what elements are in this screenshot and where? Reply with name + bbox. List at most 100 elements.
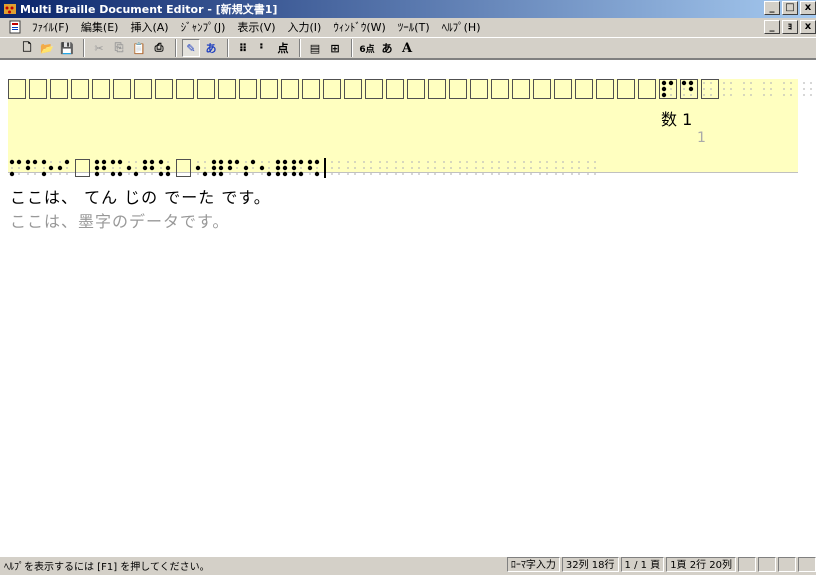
braille-input-cell[interactable] (365, 79, 383, 99)
braille-character (56, 158, 72, 178)
paste-icon: 📋 (132, 41, 146, 55)
copy-button[interactable]: ⎘ (110, 39, 128, 57)
braille-input-cell[interactable] (8, 79, 26, 99)
braille-character (504, 158, 520, 178)
braille-grid-icon: ⠿ (238, 41, 248, 55)
menu-jump[interactable]: ｼﾞｬﾝﾌﾟ(J) (175, 19, 232, 35)
braille-input-cell[interactable] (470, 79, 488, 99)
status-indicator (798, 557, 816, 572)
braille-character (93, 158, 109, 178)
braille-input-cell[interactable] (155, 79, 173, 99)
cut-icon: ✂ (94, 41, 104, 55)
braille-input-cell[interactable] (260, 79, 278, 99)
save-button[interactable]: 💾 (58, 39, 76, 57)
close-button[interactable]: x (800, 1, 816, 15)
braille-input-cell[interactable] (323, 79, 341, 99)
new-button[interactable]: 🗋 (18, 39, 36, 57)
braille-edit-icon: ✎ (186, 41, 196, 55)
braille-character (472, 158, 488, 178)
menu-help[interactable]: ﾍﾙﾌﾟ(H) (436, 19, 487, 35)
braille-input-cell[interactable] (281, 79, 299, 99)
number-label: 数 1 (661, 110, 693, 129)
braille-input-cell[interactable] (218, 79, 236, 99)
hiragana-button[interactable]: あ (378, 39, 396, 57)
status-indicator (738, 557, 756, 572)
menu-insert[interactable]: 挿入(A) (124, 19, 174, 35)
print-button[interactable]: ⎙ (150, 39, 168, 57)
braille-input-cell[interactable] (512, 79, 530, 99)
maximize-button[interactable]: □ (782, 1, 798, 15)
mdi-restore-button[interactable]: ｮ (782, 20, 798, 34)
braille-translate-button[interactable]: ⠃ (254, 39, 272, 57)
braille-character (40, 158, 56, 178)
braille-space-cell (176, 159, 191, 177)
layout-button[interactable]: ▤ (306, 39, 324, 57)
kana-edit-button[interactable]: あ (202, 39, 220, 57)
braille-input-cell[interactable] (197, 79, 215, 99)
toolbar-separator (175, 39, 177, 57)
braille-input-cell[interactable] (71, 79, 89, 99)
kana-text-line[interactable]: ここは、 てん じの でーた です。 (10, 184, 271, 208)
ink-text-line[interactable]: ここは、墨字のデータです。 (10, 208, 229, 232)
title-bar: Multi Braille Document Editor - [新規文書1] … (0, 0, 816, 18)
kana-translate-button[interactable]: 点 (274, 39, 292, 57)
open-button[interactable]: 📂 (38, 39, 56, 57)
braille-input-cell[interactable] (239, 79, 257, 99)
braille-character (392, 158, 408, 178)
braille-input-cell[interactable] (491, 79, 509, 99)
alphabet-button[interactable]: A (398, 39, 416, 57)
paste-button[interactable]: 📋 (130, 39, 148, 57)
braille-input-cell[interactable] (386, 79, 404, 99)
braille-character (274, 158, 290, 178)
braille-input-cell[interactable] (302, 79, 320, 99)
braille-input-cell[interactable] (449, 79, 467, 99)
document-area[interactable]: 数 1 1 ここは、 てん じの でーた です。 ここは、墨字のデータです。 (0, 59, 816, 557)
cut-button[interactable]: ✂ (90, 39, 108, 57)
braille-character (408, 158, 424, 178)
braille-input-cell[interactable] (638, 79, 656, 99)
braille-input-cell[interactable] (554, 79, 572, 99)
braille-input-cell[interactable] (428, 79, 446, 99)
kana-translate-icon: 点 (277, 42, 289, 55)
braille-input-cell[interactable] (575, 79, 593, 99)
braille-translate-icon: ⠃ (258, 41, 268, 55)
menu-input[interactable]: 入力(I) (282, 19, 328, 35)
braille-input-cell[interactable] (29, 79, 47, 99)
menu-view[interactable]: 表示(V) (231, 19, 281, 35)
table-button[interactable]: ⊞ (326, 39, 344, 57)
mdi-close-button[interactable]: x (800, 20, 816, 34)
mdi-minimize-button[interactable]: _ (764, 20, 780, 34)
braille-dot-cell (740, 79, 756, 99)
braille-dot-cell (700, 79, 716, 99)
minimize-button[interactable]: _ (764, 1, 780, 15)
menu-window[interactable]: ｳｨﾝﾄﾞｳ(W) (327, 19, 391, 35)
braille-input-cell[interactable] (92, 79, 110, 99)
braille-edit-button[interactable]: ✎ (182, 39, 200, 57)
braille-character (360, 158, 376, 178)
braille-input-cell[interactable] (50, 79, 68, 99)
menu-file[interactable]: ﾌｧｲﾙ(F) (26, 19, 75, 35)
table-icon: ⊞ (330, 41, 340, 55)
menu-tools[interactable]: ﾂｰﾙ(T) (392, 19, 436, 35)
braille-input-cell[interactable] (134, 79, 152, 99)
braille-character (109, 158, 125, 178)
braille-input-cell[interactable] (344, 79, 362, 99)
document-icon[interactable] (8, 20, 22, 34)
toolbar: 🗋 📂 💾 ✂ ⎘ 📋 ⎙ ✎ あ ⠿ ⠃ 点 ▤ ⊞ 6点 あ A (0, 37, 816, 59)
braille-input-cell[interactable] (533, 79, 551, 99)
toolbar-separator (351, 39, 353, 57)
braille-space-cell (75, 159, 90, 177)
braille-input-cell[interactable] (407, 79, 425, 99)
braille-input-cell[interactable] (617, 79, 635, 99)
braille-character (141, 158, 157, 178)
braille-input-cell[interactable] (113, 79, 131, 99)
braille-grid-button[interactable]: ⠿ (234, 39, 252, 57)
braille-input-cell[interactable] (176, 79, 194, 99)
toolbar-separator (227, 39, 229, 57)
braille-dot-cell (760, 79, 776, 99)
braille-input-cell[interactable] (596, 79, 614, 99)
six-dot-button[interactable]: 6点 (358, 39, 376, 57)
braille-character (306, 158, 322, 178)
menu-edit[interactable]: 編集(E) (75, 19, 125, 35)
braille-text-line[interactable] (8, 158, 600, 178)
